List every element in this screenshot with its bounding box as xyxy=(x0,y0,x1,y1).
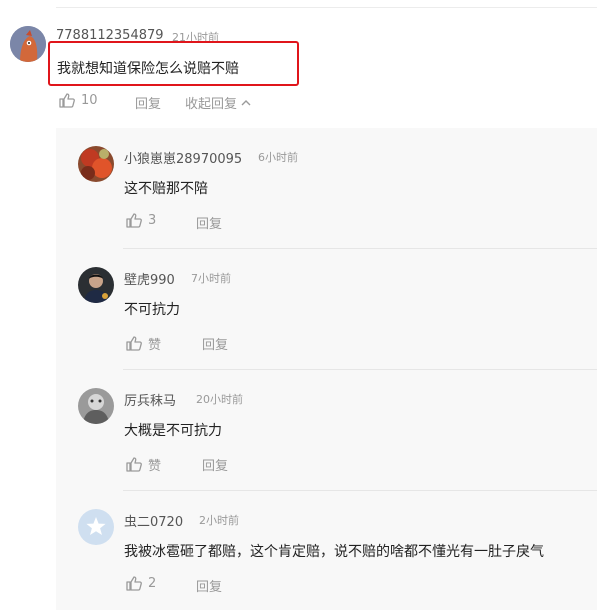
like-count: 2 xyxy=(148,576,157,591)
avatar[interactable] xyxy=(78,267,114,303)
reply-text: 这不赔那不陪 xyxy=(124,181,208,197)
reply-actions: 2 回复 xyxy=(126,576,326,595)
timestamp: 20小时前 xyxy=(196,393,243,406)
like-label: 赞 xyxy=(148,338,162,353)
reply-button[interactable]: 回复 xyxy=(135,93,161,112)
chevron-up-icon xyxy=(241,99,251,106)
thumbs-up-icon xyxy=(126,213,142,228)
comment-thread: 7788112354879 21小时前 我就想知道保险怎么说赔不赔 10 回复 … xyxy=(0,0,597,610)
timestamp: 2小时前 xyxy=(199,514,239,527)
reply-button[interactable]: 回复 xyxy=(196,576,222,595)
like-count: 10 xyxy=(81,93,98,108)
timestamp: 7小时前 xyxy=(191,272,231,285)
comment-actions: 10 回复 收起回复 xyxy=(59,93,319,112)
reply-item: 虫二0720 2小时前 我被冰雹砸了都赔，这个肯定赔，说不赔的啥都不懂光有一肚子… xyxy=(56,491,597,610)
reply-actions: 赞 回复 xyxy=(126,334,326,353)
collapse-label: 收起回复 xyxy=(185,97,238,112)
thumbs-up-icon xyxy=(126,336,142,351)
reply-item: 厉兵秣马 20小时前 大概是不可抗力 赞 回复 xyxy=(56,370,597,491)
reply-actions: 3 回复 xyxy=(126,213,326,232)
collapse-replies-button[interactable]: 收起回复 xyxy=(185,93,251,112)
thumbs-up-icon xyxy=(126,457,142,472)
avatar[interactable] xyxy=(78,146,114,182)
username[interactable]: 小狼崽崽28970095 xyxy=(124,148,242,167)
username[interactable]: 壁虎990 xyxy=(124,269,175,288)
reply-text: 我被冰雹砸了都赔，这个肯定赔，说不赔的啥都不懂光有一肚子戾气 xyxy=(124,544,544,560)
avatar[interactable] xyxy=(78,509,114,545)
reply-actions: 赞 回复 xyxy=(126,455,326,474)
like-button[interactable]: 赞 xyxy=(126,334,161,353)
timestamp: 6小时前 xyxy=(258,151,298,164)
like-button[interactable]: 2 xyxy=(126,576,156,591)
reply-item: 小狼崽崽28970095 6小时前 这不赔那不陪 3 回复 xyxy=(56,128,597,249)
like-label: 赞 xyxy=(148,459,162,474)
avatar[interactable] xyxy=(78,388,114,424)
like-button[interactable]: 3 xyxy=(126,213,156,228)
username[interactable]: 虫二0720 xyxy=(124,511,183,530)
reply-button[interactable]: 回复 xyxy=(202,455,228,474)
username[interactable]: 厉兵秣马 xyxy=(124,390,176,409)
divider xyxy=(56,7,597,8)
avatar[interactable] xyxy=(10,26,46,62)
thumbs-up-icon xyxy=(59,93,75,108)
reply-item: 壁虎990 7小时前 不可抗力 赞 回复 xyxy=(56,249,597,370)
like-count: 3 xyxy=(148,213,157,228)
reply-text: 大概是不可抗力 xyxy=(124,423,222,439)
reply-text: 不可抗力 xyxy=(124,302,180,318)
reply-list: 小狼崽崽28970095 6小时前 这不赔那不陪 3 回复 壁虎990 7小时前… xyxy=(56,128,597,610)
reply-button[interactable]: 回复 xyxy=(196,213,222,232)
comment-text: 我就想知道保险怎么说赔不赔 xyxy=(57,61,239,77)
thumbs-up-icon xyxy=(126,576,142,591)
like-button[interactable]: 10 xyxy=(59,93,98,108)
like-button[interactable]: 赞 xyxy=(126,455,161,474)
reply-button[interactable]: 回复 xyxy=(202,334,228,353)
